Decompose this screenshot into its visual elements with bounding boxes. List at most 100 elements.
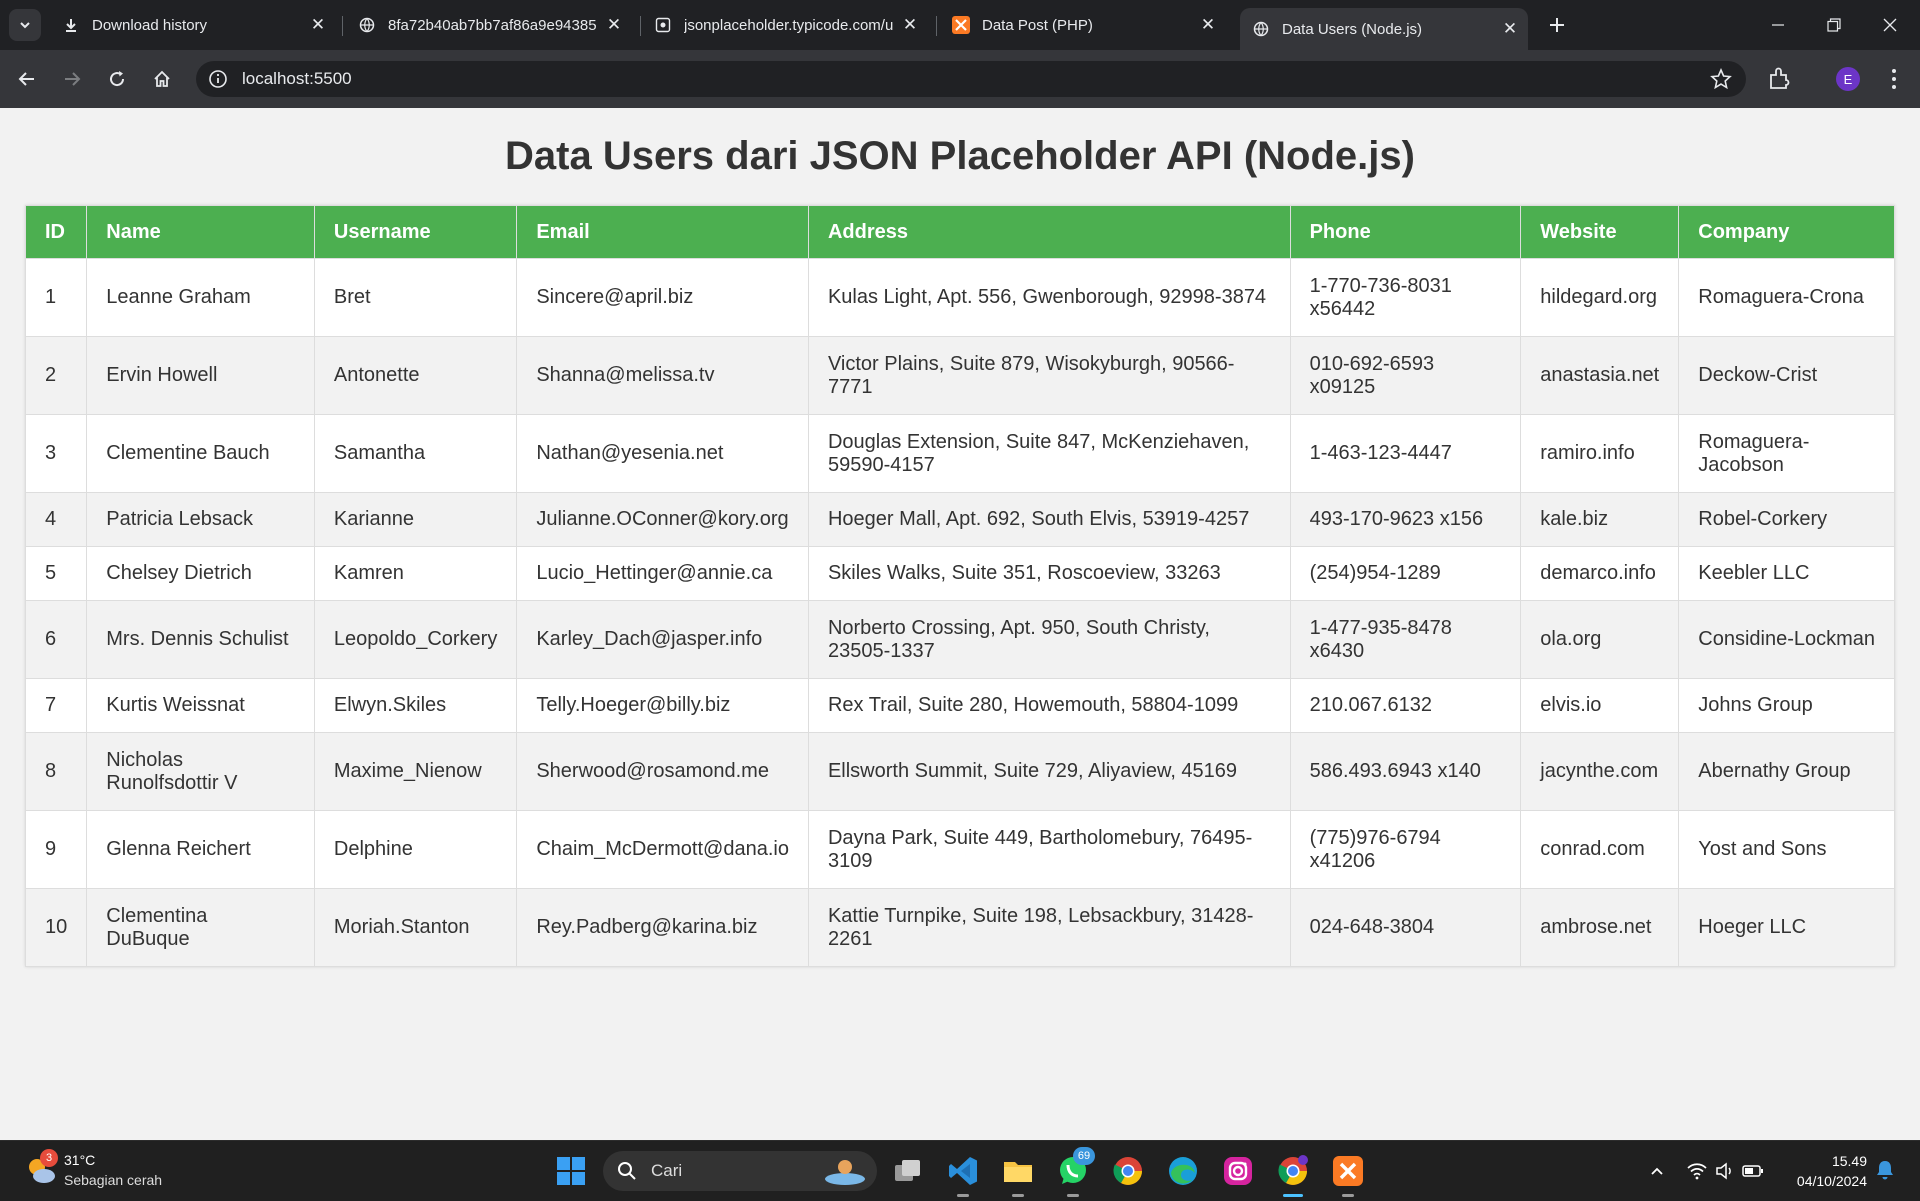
forward-button[interactable] — [55, 62, 89, 96]
cell-company: Robel-Corkery — [1678, 492, 1895, 547]
column-header-website: Website — [1520, 205, 1680, 259]
cell-address: Douglas Extension, Suite 847, McKenzieha… — [807, 414, 1291, 493]
search-highlight-icon — [825, 1160, 865, 1185]
cell-username: Karianne — [313, 492, 518, 547]
address-bar[interactable]: localhost:5500 — [196, 61, 1746, 97]
column-header-name: Name — [86, 205, 315, 259]
table-row: 1 Leanne Graham Bret Sincere@april.biz K… — [24, 258, 1895, 337]
cell-name: Glenna Reichert — [86, 810, 315, 889]
cell-website: anastasia.net — [1520, 336, 1680, 415]
battery-icon — [1742, 1165, 1763, 1177]
task-view-icon — [895, 1160, 920, 1181]
cell-website: elvis.io — [1520, 678, 1680, 733]
profile-avatar[interactable]: E — [1836, 67, 1860, 91]
close-icon — [1883, 18, 1897, 32]
new-tab-button[interactable] — [1542, 10, 1572, 40]
minimize-button[interactable] — [1750, 0, 1806, 50]
tab-jsonplaceholder[interactable]: jsonplaceholder.typicode.com/u ✕ — [642, 8, 928, 42]
start-button[interactable] — [553, 1153, 589, 1189]
star-icon[interactable] — [1710, 68, 1732, 90]
taskbar-file-explorer[interactable] — [1000, 1153, 1036, 1197]
taskbar-xampp[interactable] — [1330, 1153, 1366, 1197]
whatsapp-badge: 69 — [1073, 1147, 1095, 1165]
table-row: 7 Kurtis Weissnat Elwyn.Skiles Telly.Hoe… — [24, 678, 1895, 733]
cell-email: Karley_Dach@jasper.info — [516, 600, 809, 679]
cell-address: Ellsworth Summit, Suite 729, Aliyaview, … — [807, 732, 1291, 811]
cell-phone: (254)954-1289 — [1289, 546, 1522, 601]
tab-title: jsonplaceholder.typicode.com/u — [684, 16, 894, 34]
task-view-button[interactable] — [890, 1153, 926, 1189]
xampp-icon — [952, 16, 970, 34]
show-hidden-icons-button[interactable] — [1645, 1159, 1669, 1183]
tab-data-users-nodejs[interactable]: Data Users (Node.js) ✕ — [1240, 8, 1528, 50]
notification-bell-icon[interactable] — [1874, 1159, 1896, 1181]
cell-id: 6 — [24, 600, 88, 679]
cell-name: Ervin Howell — [86, 336, 315, 415]
cell-username: Kamren — [313, 546, 518, 601]
windows-taskbar: 3 31°C Sebagian cerah Cari 69 15.49 04/1… — [0, 1140, 1920, 1201]
cell-username: Antonette — [313, 336, 518, 415]
back-button[interactable] — [10, 62, 44, 96]
cell-username: Samantha — [313, 414, 518, 493]
users-table: ID Name Username Email Address Phone Web… — [24, 205, 1895, 967]
table-row: 5 Chelsey Dietrich Kamren Lucio_Hettinge… — [24, 546, 1895, 601]
info-icon[interactable] — [208, 69, 228, 89]
clock-time: 15.49 — [1831, 1153, 1867, 1169]
close-icon[interactable]: ✕ — [1196, 13, 1220, 37]
close-icon[interactable]: ✕ — [898, 13, 922, 37]
column-header-email: Email — [516, 205, 809, 259]
close-icon[interactable]: ✕ — [1498, 17, 1522, 41]
tab-gist[interactable]: 8fa72b40ab7bb7af86a9e94385 ✕ — [346, 8, 632, 42]
cell-email: Lucio_Hettinger@annie.ca — [516, 546, 809, 601]
weather-widget[interactable]: 3 31°C Sebagian cerah — [24, 1149, 224, 1193]
cell-company: Hoeger LLC — [1678, 888, 1895, 967]
cell-id: 8 — [24, 732, 88, 811]
tab-data-post-php[interactable]: Data Post (PHP) ✕ — [940, 8, 1226, 42]
cell-website: jacynthe.com — [1520, 732, 1680, 811]
more-vert-icon[interactable] — [1882, 66, 1906, 92]
vscode-icon — [949, 1157, 977, 1185]
close-window-button[interactable] — [1862, 0, 1918, 50]
taskbar-edge[interactable] — [1165, 1153, 1201, 1189]
cell-company: Deckow-Crist — [1678, 336, 1895, 415]
cell-email: Sincere@april.biz — [516, 258, 809, 337]
cell-id: 10 — [24, 888, 88, 967]
taskbar-search[interactable]: Cari — [603, 1151, 877, 1191]
taskbar-chrome[interactable] — [1110, 1153, 1146, 1189]
taskbar-whatsapp[interactable]: 69 — [1055, 1147, 1095, 1197]
extensions-icon[interactable] — [1765, 64, 1795, 94]
home-button[interactable] — [145, 62, 179, 96]
volume-button[interactable] — [1713, 1159, 1737, 1183]
cell-website: hildegard.org — [1520, 258, 1680, 337]
restore-button[interactable] — [1806, 0, 1862, 50]
cell-phone: 586.493.6943 x140 — [1289, 732, 1522, 811]
cell-phone: 493-170-9623 x156 — [1289, 492, 1522, 547]
tab-download-history[interactable]: Download history ✕ — [50, 8, 336, 42]
weather-description: Sebagian cerah — [64, 1172, 163, 1188]
wifi-button[interactable] — [1685, 1159, 1709, 1183]
taskbar-instagram[interactable] — [1220, 1153, 1256, 1189]
close-icon[interactable]: ✕ — [306, 13, 330, 37]
globe-icon — [358, 16, 376, 34]
taskbar-vscode[interactable] — [945, 1153, 981, 1197]
cell-company: Yost and Sons — [1678, 810, 1895, 889]
battery-button[interactable] — [1741, 1159, 1765, 1183]
reload-button[interactable] — [100, 62, 134, 96]
cell-username: Leopoldo_Corkery — [313, 600, 518, 679]
search-placeholder: Cari — [651, 1161, 683, 1180]
tab-separator — [640, 16, 641, 36]
cell-company: Romaguera-Jacobson — [1678, 414, 1895, 493]
home-icon — [154, 70, 170, 87]
cell-username: Delphine — [313, 810, 518, 889]
close-icon[interactable]: ✕ — [602, 13, 626, 37]
cell-email: Rey.Padberg@karina.biz — [516, 888, 809, 967]
cell-name: Patricia Lebsack — [86, 492, 315, 547]
running-indicator — [1342, 1194, 1354, 1197]
tab-search-button[interactable] — [9, 9, 41, 41]
cell-website: kale.biz — [1520, 492, 1680, 547]
url-text[interactable]: localhost:5500 — [242, 69, 352, 89]
taskbar-clock[interactable]: 15.49 04/10/2024 — [1797, 1151, 1867, 1191]
column-header-phone: Phone — [1289, 205, 1522, 259]
taskbar-chrome-profile[interactable] — [1275, 1153, 1311, 1197]
cell-address: Kattie Turnpike, Suite 198, Lebsackbury,… — [807, 888, 1291, 967]
